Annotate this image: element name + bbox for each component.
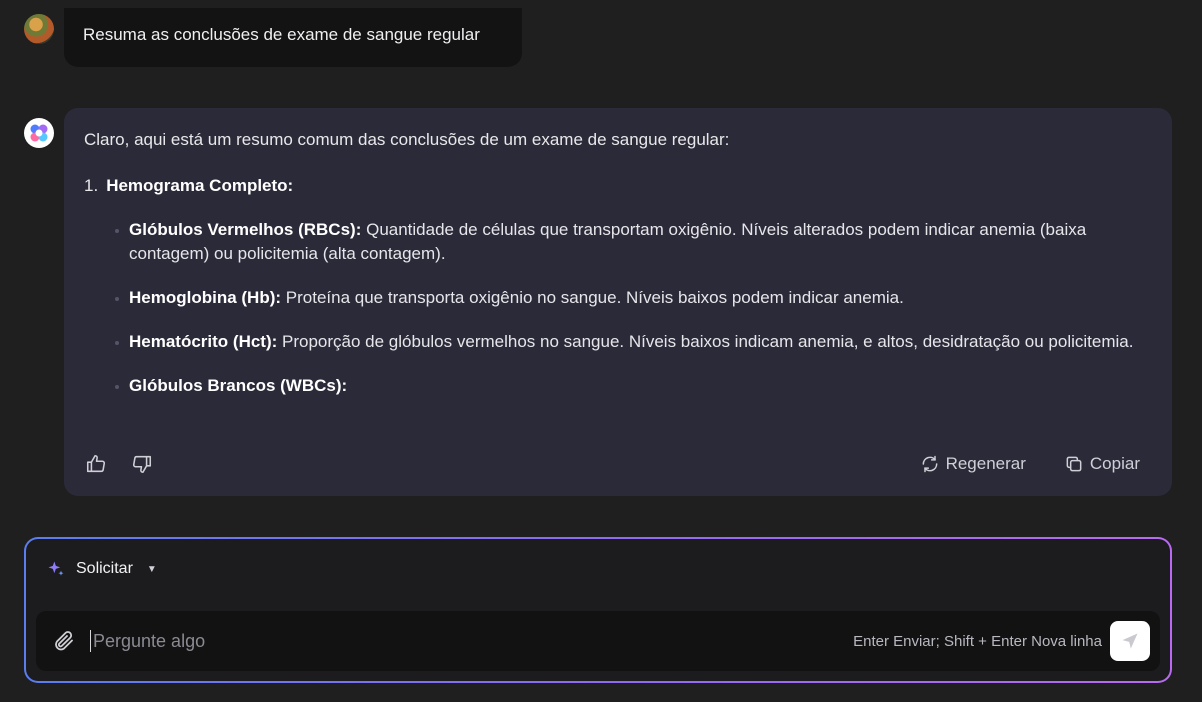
list-item: Glóbulos Brancos (WBCs):	[115, 374, 1152, 398]
regenerate-button[interactable]: Regenerar	[920, 454, 1026, 474]
section-title: Hemograma Completo:	[106, 176, 294, 195]
user-message-text: Resuma as conclusões de exame de sangue …	[83, 25, 480, 44]
send-icon	[1122, 633, 1138, 649]
copy-label: Copiar	[1089, 454, 1140, 473]
mode-selector[interactable]: Solicitar ▼	[46, 559, 157, 579]
section-number: 1.	[84, 176, 99, 195]
list-item: Glóbulos Vermelhos (RBCs): Quantidade de…	[115, 218, 1152, 266]
composer: Solicitar ▼ Enter Enviar; Shift + Enter …	[24, 537, 1172, 683]
send-button[interactable]	[1110, 621, 1150, 661]
assistant-message: Claro, aqui está um resumo comum das con…	[64, 108, 1172, 496]
refresh-icon	[922, 455, 937, 473]
user-message: Resuma as conclusões de exame de sangue …	[64, 8, 522, 67]
user-avatar	[24, 14, 54, 44]
item-term: Hemoglobina (Hb):	[129, 288, 282, 307]
chevron-down-icon: ▼	[146, 563, 157, 575]
assistant-intro: Claro, aqui está um resumo comum das con…	[84, 130, 730, 149]
item-text: Proteína que transporta oxigênio no sang…	[281, 288, 904, 307]
list-item: Hemoglobina (Hb): Proteína que transport…	[115, 286, 1152, 310]
like-button[interactable]	[84, 452, 108, 476]
input-row: Enter Enviar; Shift + Enter Nova linha	[36, 611, 1160, 671]
result-list: Glóbulos Vermelhos (RBCs): Quantidade de…	[84, 218, 1152, 398]
item-term: Glóbulos Brancos (WBCs):	[129, 376, 348, 395]
paperclip-icon	[55, 631, 73, 651]
message-actions: Regenerar Copiar	[84, 448, 1140, 480]
assistant-logo-icon	[30, 124, 48, 142]
list-item: Hematócrito (Hct): Proporção de glóbulos…	[115, 330, 1152, 354]
copy-icon	[1066, 456, 1082, 472]
sparkle-icon	[48, 561, 64, 576]
item-text: Proporção de glóbulos vermelhos no sangu…	[277, 332, 1134, 351]
dislike-button[interactable]	[130, 452, 154, 476]
section-heading: 1. Hemograma Completo:	[84, 174, 1152, 198]
thumbs-up-icon	[86, 454, 106, 473]
item-term: Glóbulos Vermelhos (RBCs):	[129, 220, 362, 239]
thumbs-down-icon	[132, 455, 152, 474]
keyboard-hint: Enter Enviar; Shift + Enter Nova linha	[853, 632, 1102, 650]
assistant-avatar	[24, 118, 54, 148]
copy-button[interactable]: Copiar	[1064, 454, 1140, 474]
item-term: Hematócrito (Hct):	[129, 332, 278, 351]
message-input[interactable]	[90, 630, 854, 652]
attach-button[interactable]	[52, 629, 76, 653]
mode-label: Solicitar	[76, 560, 133, 577]
regenerate-label: Regenerar	[945, 454, 1026, 473]
